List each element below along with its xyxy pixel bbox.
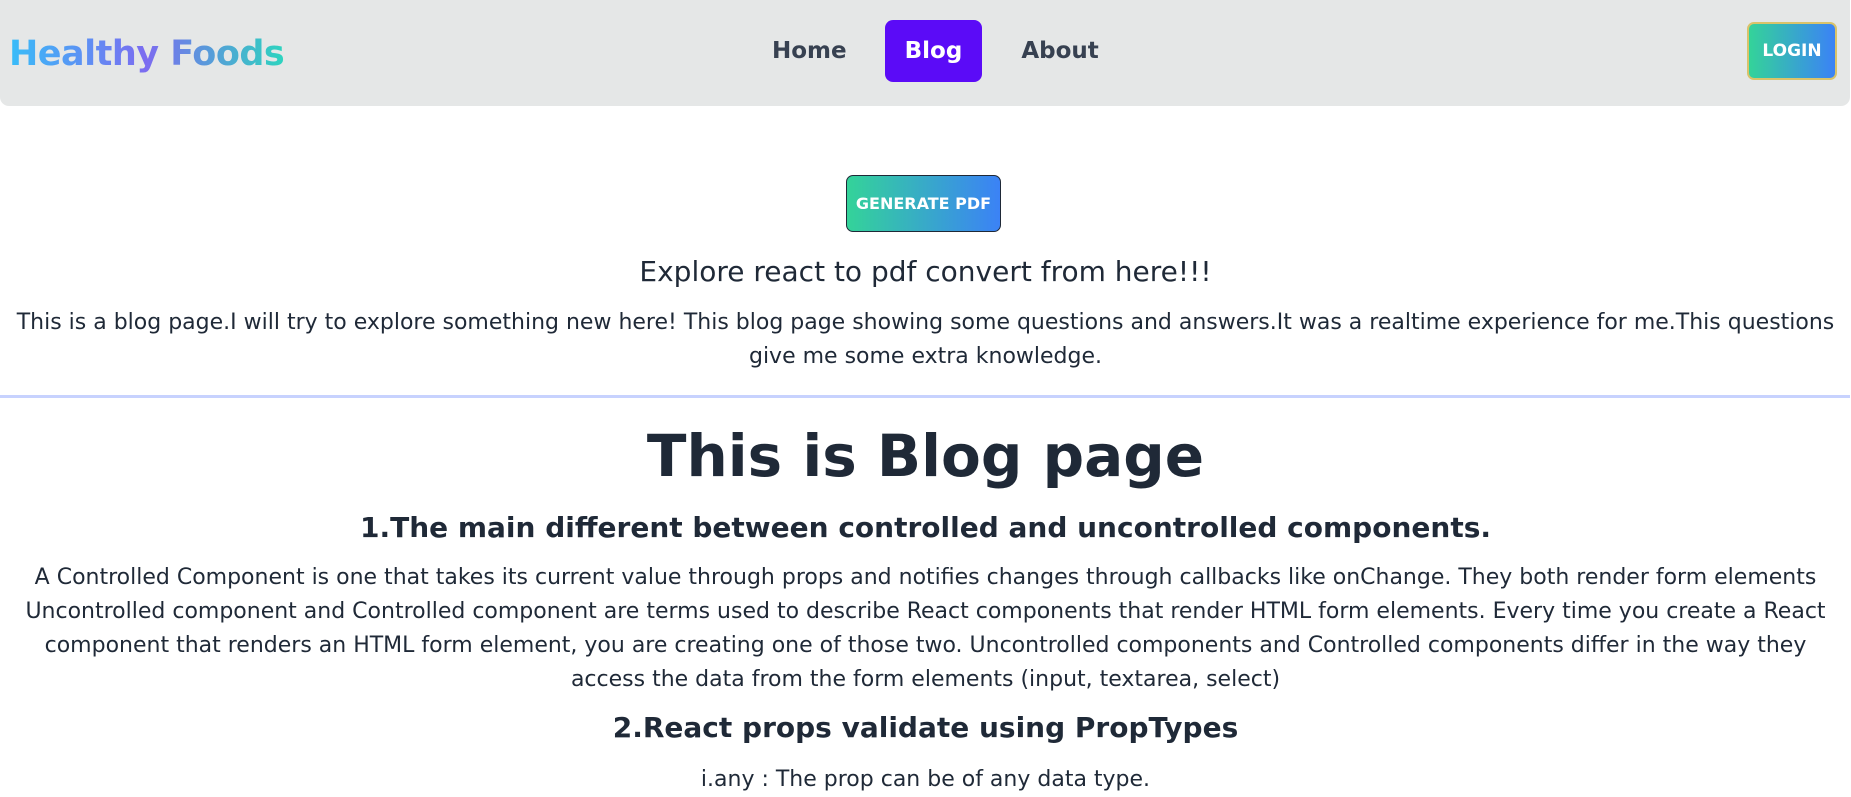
question-answer: i.any : The prop can be of any data type… (700, 767, 1151, 792)
question-answer: A Controlled Component is one that takes… (25, 565, 1826, 692)
login-button[interactable]: LOGIN (1747, 22, 1837, 80)
divider (0, 395, 1850, 398)
brand-logo[interactable]: Healthy Foods (9, 30, 285, 78)
page-subtitle: Explore react to pdf convert from here!!… (639, 255, 1212, 288)
question-heading: 1.The main different between controlled … (359, 511, 1492, 544)
generate-pdf-button[interactable]: GENERATE PDF (846, 175, 1001, 232)
intro-paragraph: This is a blog page.I will try to explor… (16, 310, 1835, 369)
nav-link-about[interactable]: About (1001, 20, 1118, 82)
question-heading: 2.React props validate using PropTypes (612, 711, 1239, 744)
nav-links: Home Blog About (752, 20, 1119, 82)
nav-link-blog[interactable]: Blog (884, 20, 983, 82)
nav-link-home[interactable]: Home (752, 20, 867, 82)
navbar: Healthy Foods Home Blog About LOGIN (0, 0, 1850, 106)
blog-title: This is Blog page (646, 422, 1205, 490)
